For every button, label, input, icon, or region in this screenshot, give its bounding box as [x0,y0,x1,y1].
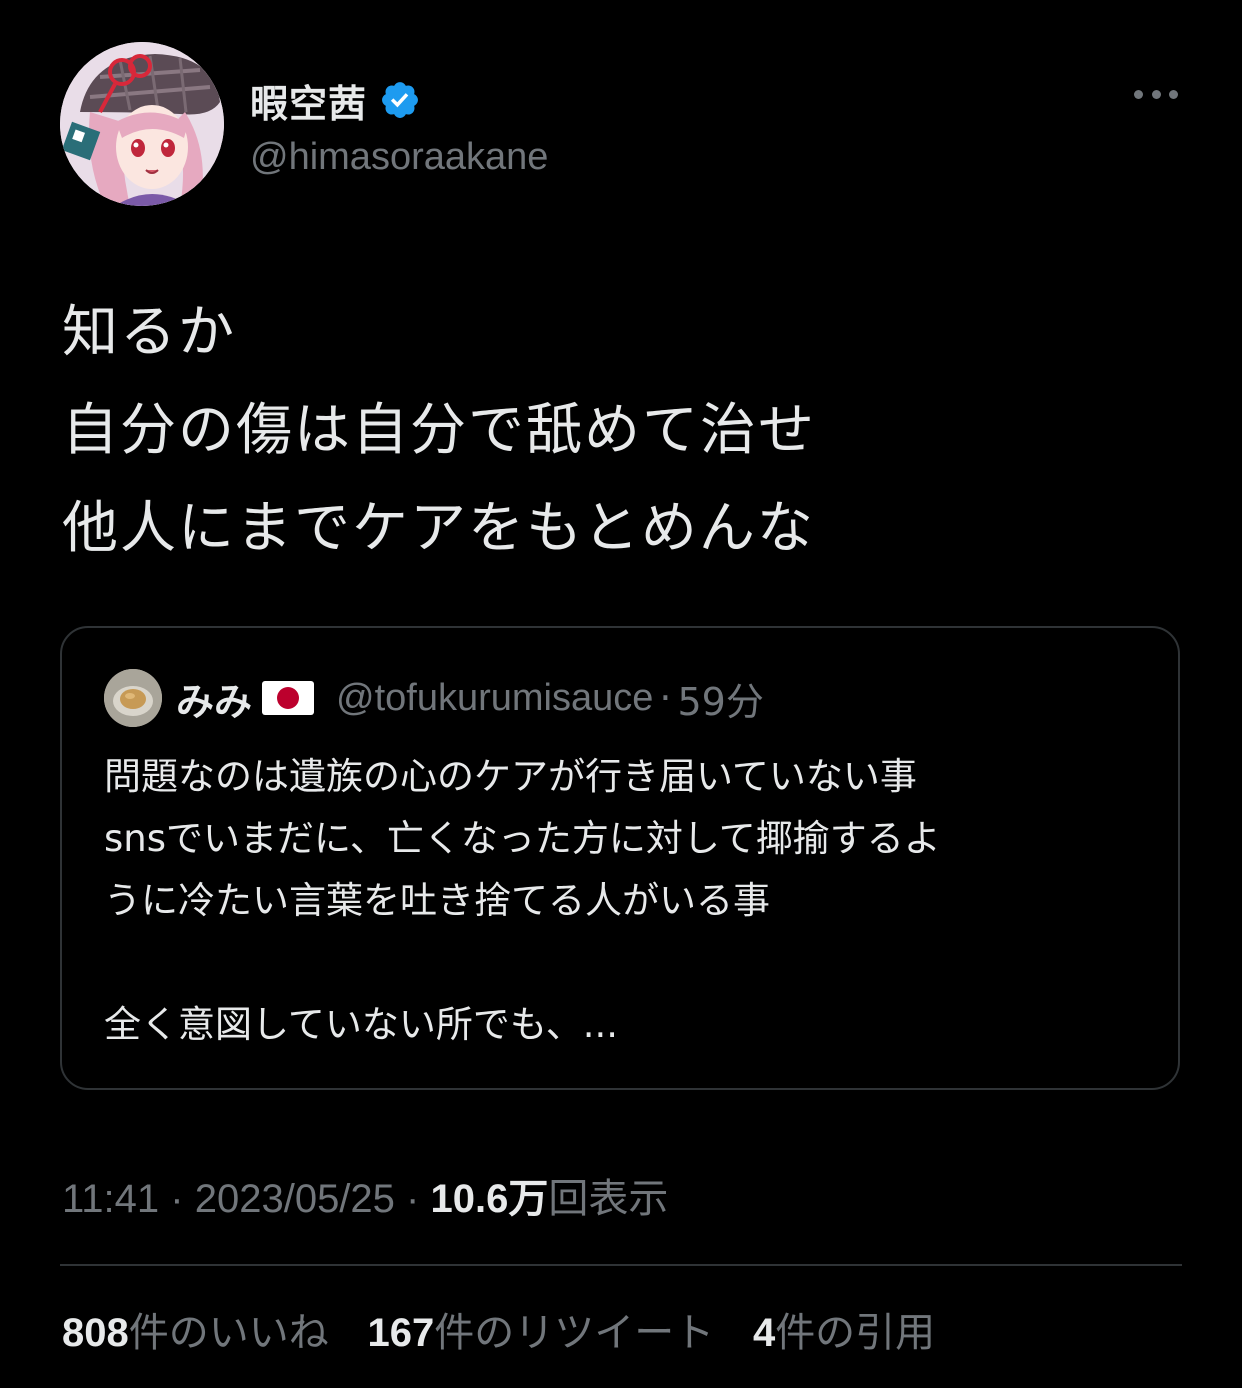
verified-badge-icon [379,79,421,121]
anime-girl-avatar-icon [60,42,224,206]
quoted-author-name[interactable]: みみ [176,671,252,726]
tweet-time[interactable]: 11:41 [62,1177,159,1221]
retweets-label: 件のリツイート [434,1310,715,1356]
tweet-line: 知るか [62,300,236,365]
quoted-blank-line [104,932,1154,994]
likes-label: 件のいいね [128,1310,329,1356]
tweet-date[interactable]: 2023/05/25 [195,1177,395,1221]
likes-stat[interactable]: 808件のいいね [62,1310,329,1356]
divider [60,1264,1182,1266]
quoted-line: snsでいまだに、亡くなった方に対して揶揄するよ [104,817,941,860]
retweets-count: 167 [367,1311,435,1355]
tweet-header: 暇空茜 @himasoraakane [60,42,1182,212]
quoted-tweet-text: 問題なのは遺族の心のケアが行き届いていない事 snsでいまだに、亡くなった方に対… [104,746,1154,1056]
food-photo-icon [104,669,162,727]
quoted-tweet-header: みみ @tofukurumisauce · 59分 [104,668,764,728]
author-name-row[interactable]: 暇空茜 [250,72,421,128]
quotes-stat[interactable]: 4件の引用 [753,1310,935,1356]
tweet-text: 知るか 自分の傷は自分で舐めて治せ 他人にまでケアをもとめんな [62,284,1162,578]
author-display-name[interactable]: 暇空茜 [250,73,367,128]
likes-count: 808 [62,1311,129,1355]
quoted-author-handle[interactable]: @tofukurumisauce [336,677,653,720]
author-avatar[interactable] [60,42,224,206]
more-options-icon[interactable] [1134,80,1178,108]
tweet-line: 他人にまでケアをもとめんな [62,496,815,561]
quoted-tweet-card[interactable]: みみ @tofukurumisauce · 59分 問題なのは遺族の心のケアが行… [60,626,1180,1090]
quoted-line: 全く意図していない所でも、... [104,1003,619,1046]
separator-dot: · [406,1177,420,1221]
separator-dot: · [659,676,672,720]
separator-dot: · [170,1177,184,1221]
author-handle[interactable]: @himasoraakane [250,136,548,179]
more-dot [1134,89,1143,99]
quoted-line: 問題なのは遺族の心のケアが行き届いていない事 [104,755,917,798]
quotes-count: 4 [752,1311,776,1355]
more-dot [1151,89,1161,99]
more-dot [1169,89,1178,99]
tweet-line: 自分の傷は自分で舐めて治せ [62,398,816,463]
views-label[interactable]: 回表示 [548,1177,668,1221]
japan-flag-icon [262,681,315,715]
quoted-author-avatar[interactable] [104,669,162,727]
views-count[interactable]: 10.6万 [431,1177,549,1221]
quoted-tweet-time: 59分 [677,679,764,724]
retweets-stat[interactable]: 167件のリツイート [367,1310,714,1356]
quoted-line: うに冷たい言葉を吐き捨てる人がいる事 [104,879,770,922]
quotes-label: 件の引用 [775,1310,936,1356]
engagement-stats: 808件のいいね 167件のリツイート 4件の引用 [62,1300,961,1358]
tweet-meta: 11:41 · 2023/05/25 · 10.6万回表示 [62,1166,668,1224]
